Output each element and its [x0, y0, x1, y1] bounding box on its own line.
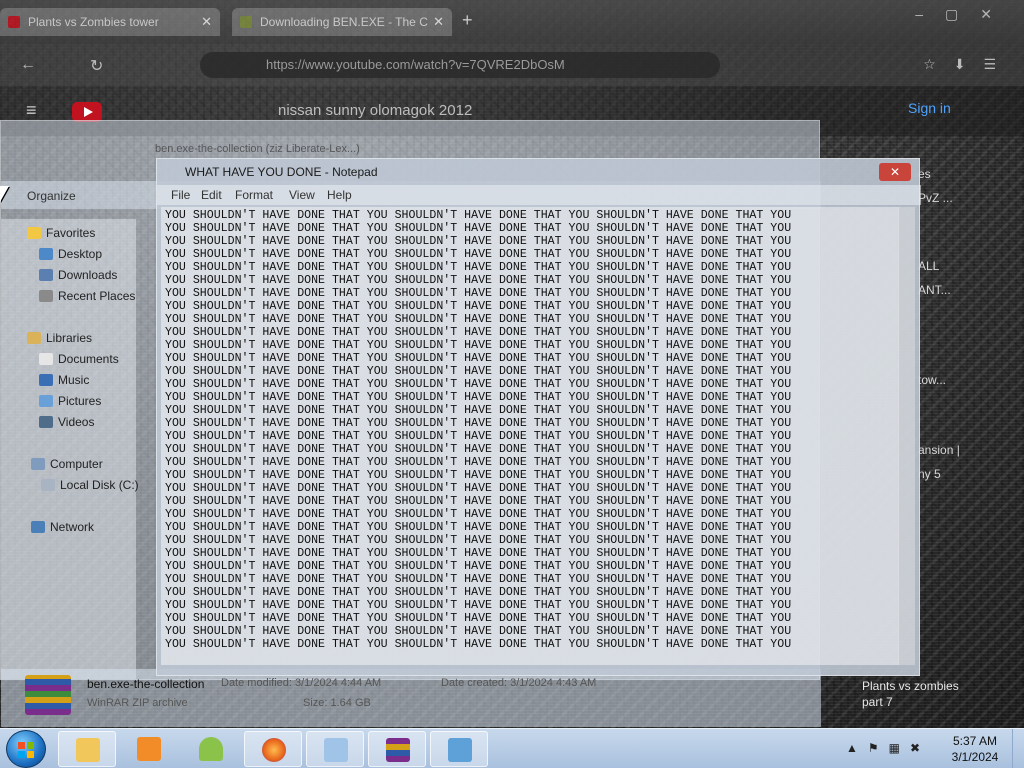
close-icon[interactable]: ✕: [201, 8, 212, 36]
menu-format[interactable]: Format: [235, 188, 273, 202]
winrar-archive-icon: [25, 675, 71, 715]
taskbar-winrar-button[interactable]: [368, 731, 426, 767]
notepad-title: WHAT HAVE YOU DONE - Notepad: [185, 165, 378, 179]
taskbar-media-button[interactable]: [120, 731, 178, 767]
music-icon: [39, 374, 53, 386]
menu-icon[interactable]: ≡: [26, 100, 37, 121]
nav-videos[interactable]: Videos: [39, 412, 94, 432]
taskbar-android-button[interactable]: [182, 731, 240, 767]
tab-title: Downloading BEN.EXE - The C: [260, 15, 428, 29]
android-icon: [199, 737, 223, 761]
youtube-suggestions: es PvZ ... ALL ANT... tow... ansion | ny…: [918, 165, 998, 489]
close-icon[interactable]: ✕: [433, 8, 444, 36]
drive-icon: [41, 479, 55, 491]
taskbar-explorer-button[interactable]: [58, 731, 116, 767]
nav-documents[interactable]: Documents: [39, 349, 119, 369]
document-icon: [324, 738, 348, 762]
menu-edit[interactable]: Edit: [201, 188, 222, 202]
vertical-scrollbar[interactable]: [898, 207, 915, 665]
suggested-video-title[interactable]: Plants vs zombies part 7: [862, 678, 982, 710]
notepad-text-area[interactable]: YOU SHOULDN'T HAVE DONE THAT YOU SHOULDN…: [161, 207, 899, 665]
taskbar: ▲⚑▦✖ 5:37 AM 3/1/2024: [0, 728, 1024, 768]
nav-music[interactable]: Music: [39, 370, 89, 390]
taskbar-notepad-button[interactable]: [430, 731, 488, 767]
menu-help[interactable]: Help: [327, 188, 352, 202]
suggestion-text[interactable]: PvZ ...: [918, 189, 998, 207]
explorer-title: ben.exe-the-collection (ziz Liberate-Lex…: [155, 143, 360, 155]
browser-toolbar: ← ↻ https://www.youtube.com/watch?v=7QVR…: [0, 44, 1024, 86]
start-button[interactable]: [6, 730, 46, 768]
nav-computer[interactable]: Computer: [31, 454, 103, 474]
suggestion-text[interactable]: ny 5: [918, 465, 998, 483]
browser-tab-strip: Plants vs Zombies tower ✕ Downloading BE…: [0, 0, 1024, 44]
tab-title: Plants vs Zombies tower: [28, 15, 159, 29]
clock-date: 3/1/2024: [951, 750, 999, 764]
date-modified: Date modified: 3/1/2024 4:44 AM: [221, 677, 382, 689]
firefox-icon: [262, 738, 286, 762]
close-button[interactable]: ✕: [879, 163, 911, 181]
browser-tab-pvz[interactable]: Plants vs Zombies tower ✕: [0, 8, 220, 36]
file-size: Size: 1.64 GB: [303, 697, 371, 709]
media-player-icon: [137, 737, 161, 761]
reload-icon[interactable]: ↻: [90, 56, 103, 76]
file-name: ben.exe-the-collection: [87, 677, 205, 691]
suggestion-text[interactable]: ansion |: [918, 441, 998, 459]
nav-local-disk[interactable]: Local Disk (C:): [41, 475, 139, 495]
videos-icon: [39, 416, 53, 428]
computer-icon: [31, 458, 45, 470]
pictures-icon: [39, 395, 53, 407]
address-bar[interactable]: https://www.youtube.com/watch?v=7QVRE2Db…: [200, 52, 720, 78]
suggestion-text[interactable]: ALL: [918, 257, 998, 275]
notepad-menu-bar: File Edit Format View Help: [157, 185, 921, 205]
suggestion-text[interactable]: ANT...: [918, 281, 998, 299]
nav-downloads[interactable]: Downloads: [39, 265, 117, 285]
new-tab-icon[interactable]: +: [462, 10, 473, 31]
site-favicon-icon: [240, 16, 252, 28]
folder-icon: [76, 738, 100, 762]
toolbar-icons[interactable]: ☆⬇☰: [923, 56, 1014, 73]
menu-file[interactable]: File: [171, 188, 190, 202]
file-type: WinRAR ZIP archive: [87, 697, 188, 709]
suggestion-text[interactable]: es: [918, 165, 998, 183]
notepad-window: WHAT HAVE YOU DONE - Notepad ✕ File Edit…: [156, 158, 921, 676]
libraries-icon: [27, 332, 41, 344]
date-created: Date created: 3/1/2024 4:43 AM: [441, 677, 597, 689]
clock-time: 5:37 AM: [952, 734, 998, 748]
recent-places-icon: [39, 290, 53, 302]
youtube-search-input[interactable]: nissan sunny olomagok 2012: [278, 102, 472, 119]
navigation-pane: Favorites Desktop Downloads Recent Place…: [1, 219, 139, 679]
menu-view[interactable]: View: [289, 188, 315, 202]
back-icon[interactable]: ←: [20, 56, 36, 74]
url-text: https://www.youtube.com/watch?v=7QVRE2Db…: [266, 57, 565, 72]
star-icon: [27, 227, 41, 239]
show-desktop-button[interactable]: [1012, 729, 1024, 768]
desktop-icon: [39, 248, 53, 260]
mouse-cursor-icon: [0, 186, 9, 202]
nav-pictures[interactable]: Pictures: [39, 391, 101, 411]
window-controls[interactable]: –▢✕: [915, 6, 1014, 23]
documents-icon: [39, 353, 53, 365]
network-icon: [31, 521, 45, 533]
browser-tab-download[interactable]: Downloading BEN.EXE - The C ✕: [232, 8, 452, 36]
nav-favorites[interactable]: Favorites: [27, 223, 95, 243]
signin-button[interactable]: Sign in: [908, 100, 951, 116]
youtube-favicon-icon: [8, 16, 20, 28]
clock[interactable]: 5:37 AM 3/1/2024: [940, 733, 1010, 765]
notepad-icon: [448, 738, 472, 762]
nav-libraries[interactable]: Libraries: [27, 328, 92, 348]
winrar-icon: [386, 738, 410, 762]
nav-recent[interactable]: Recent Places: [39, 286, 135, 306]
downloads-icon: [39, 269, 53, 281]
system-tray[interactable]: ▲⚑▦✖: [846, 741, 930, 755]
taskbar-firefox-button[interactable]: [244, 731, 302, 767]
details-pane: ben.exe-the-collection Date modified: 3/…: [1, 669, 821, 727]
nav-network[interactable]: Network: [31, 517, 94, 537]
organize-button[interactable]: Organize: [27, 189, 76, 203]
youtube-logo-icon[interactable]: [72, 102, 102, 122]
taskbar-files-button[interactable]: [306, 731, 364, 767]
suggestion-text[interactable]: tow...: [918, 371, 998, 389]
nav-desktop[interactable]: Desktop: [39, 244, 102, 264]
